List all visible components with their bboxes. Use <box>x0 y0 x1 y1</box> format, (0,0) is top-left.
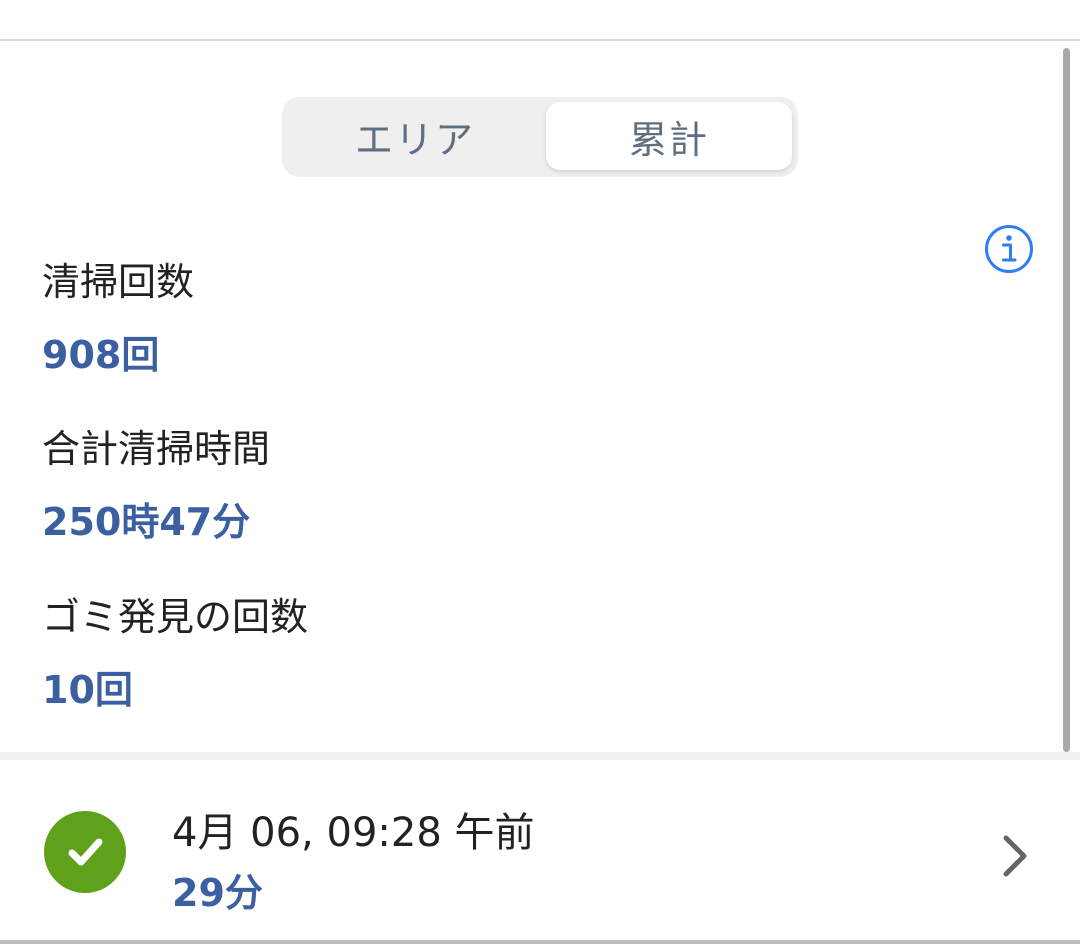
stat-value-total-time: 250時47分 <box>42 500 251 544</box>
scrollbar[interactable] <box>1063 48 1070 752</box>
segmented-control: エリア 累計 <box>282 97 798 177</box>
stat-label-cleaning-count: 清掃回数 <box>42 260 195 304</box>
stat-label-dirt-detected: ゴミ発見の回数 <box>42 595 309 639</box>
check-circle-icon <box>44 811 126 893</box>
tab-area[interactable]: エリア <box>288 102 542 170</box>
history-datetime: 4月 06, 09:28 午前 <box>172 810 535 856</box>
stat-label-total-time: 合計清掃時間 <box>42 427 271 471</box>
cleaning-stats-screen: エリア 累計 清掃回数 908回 合計清掃時間 250時47分 ゴミ発見の回数 … <box>0 0 1080 944</box>
section-divider <box>0 752 1080 760</box>
tab-total[interactable]: 累計 <box>546 102 792 170</box>
history-duration: 29分 <box>172 871 263 915</box>
bottom-divider <box>0 940 1080 944</box>
stat-value-cleaning-count: 908回 <box>42 333 160 377</box>
chevron-right-icon[interactable] <box>998 832 1032 880</box>
info-icon[interactable] <box>983 223 1035 275</box>
stat-value-dirt-detected: 10回 <box>42 668 133 712</box>
history-item[interactable]: 4月 06, 09:28 午前 29分 <box>0 760 1080 942</box>
top-divider <box>0 39 1080 41</box>
